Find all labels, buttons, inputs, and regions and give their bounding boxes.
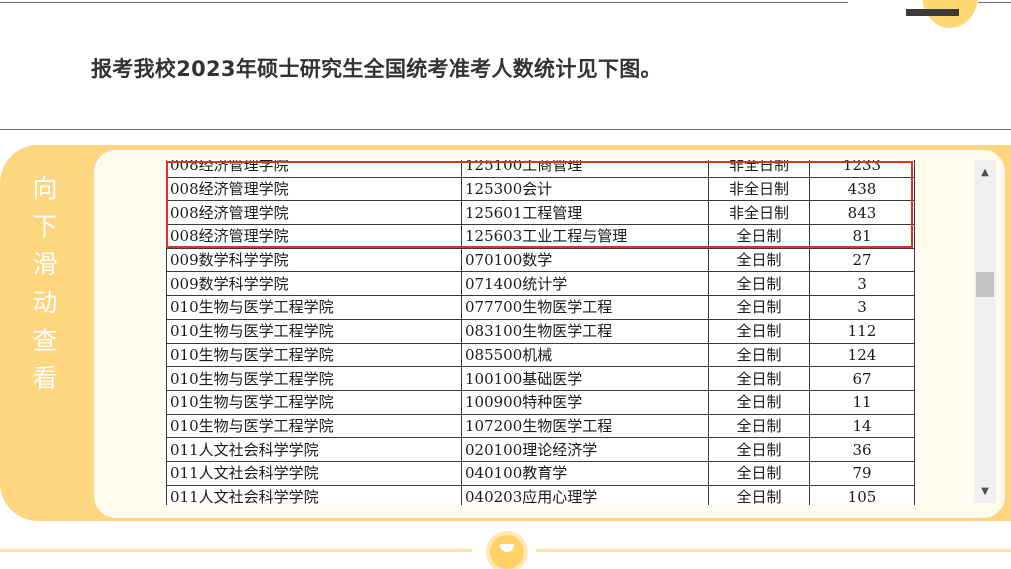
study-type-cell: 非全日制 [708,176,810,202]
dept-cell: 011人文社会科学学院 [166,484,462,505]
study-type-cell: 全日制 [708,389,810,415]
major-cell: 100900特种医学 [461,389,709,415]
headline: 报考我校2023年硕士研究生全国统考准考人数统计见下图。 [91,57,662,81]
dept-cell: 011人文社会科学学院 [166,460,462,486]
count-cell: 79 [809,460,915,486]
dept-cell: 008经济管理学院 [166,176,462,202]
scroll-hint-char: 下 [32,212,58,241]
study-type-cell: 非全日制 [708,160,810,178]
table-row: 010生物与医学工程学院 077700生物医学工程 全日制 3 [166,295,915,320]
count-cell: 3 [809,271,915,297]
major-cell: 070100数学 [461,247,709,273]
major-cell: 100100基础医学 [461,366,709,391]
study-type-cell: 全日制 [708,295,810,320]
study-type-cell: 全日制 [708,224,810,249]
count-cell: 112 [809,318,915,344]
study-type-cell: 全日制 [708,271,810,297]
study-type-cell: 全日制 [708,484,810,505]
dept-cell: 011人文社会科学学院 [166,437,462,462]
study-type-cell: 全日制 [708,366,810,391]
dept-cell: 008经济管理学院 [166,160,462,178]
scroll-up-icon[interactable]: ▲ [974,160,996,184]
table-row: 010生物与医学工程学院 100100基础医学 全日制 67 [166,366,915,391]
major-cell: 020100理论经济学 [461,437,709,462]
scroll-hint-char: 滑 [32,250,58,279]
count-cell: 67 [809,366,915,391]
vertical-scrollbar[interactable]: ▲ ▼ [974,160,996,503]
table-viewport[interactable]: 008经济管理学院 125100工商管理 非全日制 1233 008经济管理学院 1253… [166,160,916,505]
scroll-hint-char: 查 [32,326,58,355]
dept-cell: 010生物与医学工程学院 [166,389,462,415]
table-row: 010生物与医学工程学院 107200生物医学工程 全日制 14 [166,413,915,439]
major-cell: 125100工商管理 [461,160,709,178]
major-cell: 125300会计 [461,176,709,202]
scroll-hint-char: 看 [32,364,58,393]
study-type-cell: 全日制 [708,342,810,368]
scroll-hint-char: 动 [32,288,58,317]
scroll-hint-char: 向 [32,174,58,203]
study-type-cell: 全日制 [708,247,810,273]
bottom-divider-left [0,549,472,552]
count-cell: 27 [809,247,915,273]
major-cell: 083100生物医学工程 [461,318,709,344]
corner-bar [906,9,959,16]
dept-cell: 009数学科学学院 [166,271,462,297]
study-type-cell: 全日制 [708,318,810,344]
dept-cell: 008经济管理学院 [166,200,462,226]
count-cell: 438 [809,176,915,202]
major-cell: 077700生物医学工程 [461,295,709,320]
major-cell: 071400统计学 [461,271,709,297]
bottom-ornament-icon [490,535,524,569]
count-cell: 3 [809,295,915,320]
table-row: 010生物与医学工程学院 100900特种医学 全日制 11 [166,389,915,415]
dept-cell: 010生物与医学工程学院 [166,342,462,368]
table-row: 008经济管理学院 125100工商管理 非全日制 1233 [166,160,915,178]
table-row: 008经济管理学院 125300会计 非全日制 438 [166,176,915,202]
scroll-thumb[interactable] [976,272,994,297]
study-type-cell: 非全日制 [708,200,810,226]
dept-cell: 008经济管理学院 [166,224,462,249]
count-cell: 14 [809,413,915,439]
table-row: 010生物与医学工程学院 083100生物医学工程 全日制 112 [166,318,915,344]
dept-cell: 010生物与医学工程学院 [166,413,462,439]
table-row: 008经济管理学院 125603工业工程与管理 全日制 81 [166,224,915,249]
study-type-cell: 全日制 [708,460,810,486]
major-cell: 040100教育学 [461,460,709,486]
table-row: 011人文社会科学学院 020100理论经济学 全日制 36 [166,437,915,462]
scroll-hint-label: 向 下 滑 动 查 看 [22,170,68,398]
count-cell: 105 [809,484,915,505]
count-cell: 1233 [809,160,915,178]
table-row: 009数学科学学院 070100数学 全日制 27 [166,247,915,273]
study-type-cell: 全日制 [708,413,810,439]
corner-divider [978,2,1011,3]
dept-cell: 009数学科学学院 [166,247,462,273]
major-cell: 040203应用心理学 [461,484,709,505]
top-divider [0,2,848,3]
enrollment-table: 008经济管理学院 125100工商管理 非全日制 1233 008经济管理学院 1253… [166,160,915,505]
dept-cell: 010生物与医学工程学院 [166,295,462,320]
section-divider [0,129,1011,130]
dept-cell: 010生物与医学工程学院 [166,366,462,391]
study-type-cell: 全日制 [708,437,810,462]
count-cell: 843 [809,200,915,226]
major-cell: 125603工业工程与管理 [461,224,709,249]
count-cell: 124 [809,342,915,368]
major-cell: 085500机械 [461,342,709,368]
scroll-down-icon[interactable]: ▼ [974,479,996,503]
table-row: 009数学科学学院 071400统计学 全日制 3 [166,271,915,297]
table-row: 010生物与医学工程学院 085500机械 全日制 124 [166,342,915,368]
table-row: 011人文社会科学学院 040203应用心理学 全日制 105 [166,484,915,505]
table-row: 011人文社会科学学院 040100教育学 全日制 79 [166,460,915,486]
count-cell: 11 [809,389,915,415]
table-row: 008经济管理学院 125601工程管理 非全日制 843 [166,200,915,226]
dept-cell: 010生物与医学工程学院 [166,318,462,344]
bottom-divider-right [536,549,1011,552]
count-cell: 81 [809,224,915,249]
count-cell: 36 [809,437,915,462]
major-cell: 107200生物医学工程 [461,413,709,439]
major-cell: 125601工程管理 [461,200,709,226]
